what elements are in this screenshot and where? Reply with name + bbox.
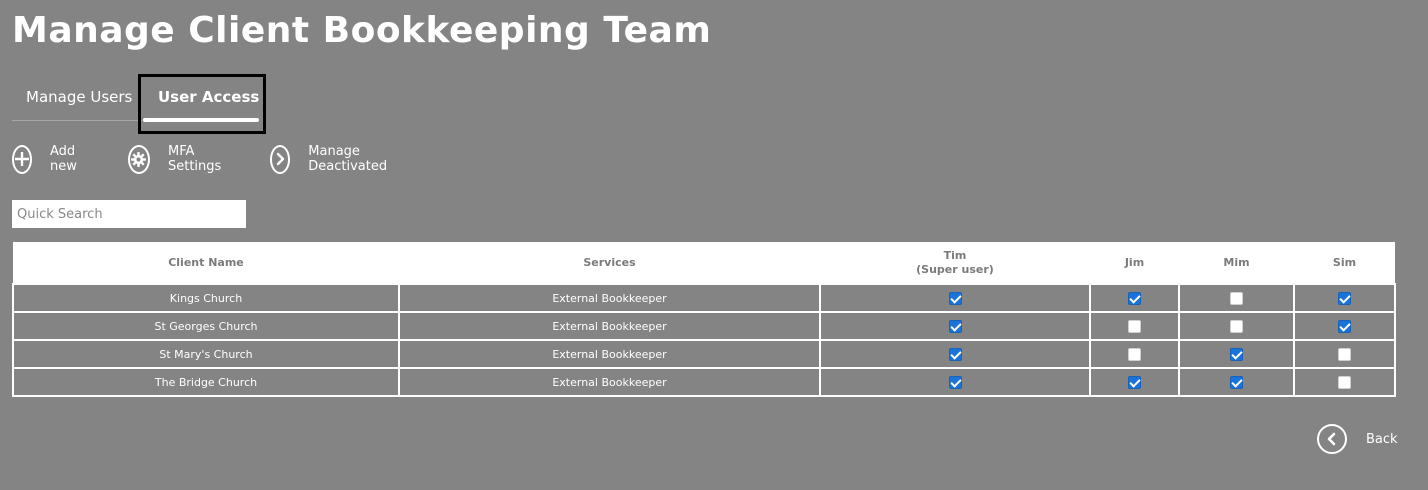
table-row: The Bridge Church External Bookkeeper xyxy=(12,367,1396,397)
access-cell-mim xyxy=(1178,283,1295,313)
access-checkbox-jim[interactable] xyxy=(1128,375,1141,389)
manage-deactivated-label: Manage Deactivated xyxy=(308,144,388,174)
column-header-sim[interactable]: Sim xyxy=(1294,242,1395,284)
client-name-cell: St Mary's Church xyxy=(12,339,400,369)
plus-circle-icon xyxy=(12,144,32,174)
tab-user-access[interactable]: User Access xyxy=(158,74,259,120)
gear-icon xyxy=(128,144,150,174)
access-checkbox-tim[interactable] xyxy=(948,375,962,389)
mfa-settings-button[interactable]: MFA Settings xyxy=(128,144,228,174)
page: Manage Client Bookkeeping Team Manage Us… xyxy=(0,0,1428,490)
service-cell: External Bookkeeper xyxy=(398,283,821,313)
tab-bar: Manage Users User Access xyxy=(12,74,266,134)
access-checkbox-sim[interactable] xyxy=(1338,375,1351,389)
access-checkbox-mim[interactable] xyxy=(1230,319,1243,333)
access-cell-mim xyxy=(1178,311,1295,341)
client-name-cell: The Bridge Church xyxy=(12,367,400,397)
service-cell: External Bookkeeper xyxy=(398,339,821,369)
table-row: Kings Church External Bookkeeper xyxy=(12,283,1396,313)
access-cell-sim xyxy=(1293,311,1396,341)
access-cell-sim xyxy=(1293,283,1396,313)
access-checkbox-sim[interactable] xyxy=(1338,319,1351,333)
access-cell-jim xyxy=(1089,283,1180,313)
access-cell-sim xyxy=(1293,339,1396,369)
access-checkbox-sim[interactable] xyxy=(1338,291,1351,305)
column-header-tim[interactable]: Tim (Super user) xyxy=(820,242,1090,284)
chevron-left-icon xyxy=(1317,424,1347,454)
back-button[interactable]: Back xyxy=(1317,424,1398,454)
access-checkbox-mim[interactable] xyxy=(1230,375,1243,389)
access-cell-jim xyxy=(1089,311,1180,341)
table-header-row: Client Name Services Tim (Super user) Ji… xyxy=(13,242,1395,284)
access-cell-tim xyxy=(819,367,1091,397)
access-cell-tim xyxy=(819,311,1091,341)
access-cell-mim xyxy=(1178,367,1295,397)
column-header-tim-role: (Super user) xyxy=(916,262,994,276)
column-header-client-name[interactable]: Client Name xyxy=(13,242,399,284)
access-cell-jim xyxy=(1089,367,1180,397)
table-row: St Mary's Church External Bookkeeper xyxy=(12,339,1396,369)
access-cell-tim xyxy=(819,283,1091,313)
access-checkbox-tim[interactable] xyxy=(948,291,962,305)
access-checkbox-jim[interactable] xyxy=(1128,347,1141,361)
page-title: Manage Client Bookkeeping Team xyxy=(12,10,712,51)
access-checkbox-tim[interactable] xyxy=(948,347,962,361)
back-label: Back xyxy=(1366,431,1398,447)
table-row: St Georges Church External Bookkeeper xyxy=(12,311,1396,341)
column-header-mim[interactable]: Mim xyxy=(1179,242,1294,284)
manage-deactivated-button[interactable]: Manage Deactivated xyxy=(270,144,396,174)
tab-divider xyxy=(12,120,142,121)
add-new-label: Add new xyxy=(50,144,77,174)
access-checkbox-sim[interactable] xyxy=(1338,347,1351,361)
access-checkbox-mim[interactable] xyxy=(1230,347,1243,361)
access-cell-mim xyxy=(1178,339,1295,369)
mfa-settings-label: MFA Settings xyxy=(167,144,222,174)
access-cell-sim xyxy=(1293,367,1396,397)
column-header-tim-name: Tim xyxy=(943,248,967,262)
quick-search-input[interactable] xyxy=(12,200,246,228)
chevron-right-icon xyxy=(270,144,291,174)
access-checkbox-mim[interactable] xyxy=(1230,291,1243,305)
access-cell-tim xyxy=(819,339,1091,369)
service-cell: External Bookkeeper xyxy=(398,311,821,341)
column-header-services[interactable]: Services xyxy=(399,242,820,284)
access-checkbox-jim[interactable] xyxy=(1128,291,1141,305)
access-checkbox-tim[interactable] xyxy=(948,319,962,333)
user-access-table: Client Name Services Tim (Super user) Ji… xyxy=(12,242,1396,397)
access-cell-jim xyxy=(1089,339,1180,369)
tab-manage-users[interactable]: Manage Users xyxy=(26,74,132,120)
active-tab-indicator xyxy=(143,118,259,122)
access-checkbox-jim[interactable] xyxy=(1128,319,1141,333)
client-name-cell: St Georges Church xyxy=(12,311,400,341)
client-name-cell: Kings Church xyxy=(12,283,400,313)
service-cell: External Bookkeeper xyxy=(398,367,821,397)
add-new-button[interactable]: Add new xyxy=(12,144,86,174)
column-header-jim[interactable]: Jim xyxy=(1090,242,1179,284)
